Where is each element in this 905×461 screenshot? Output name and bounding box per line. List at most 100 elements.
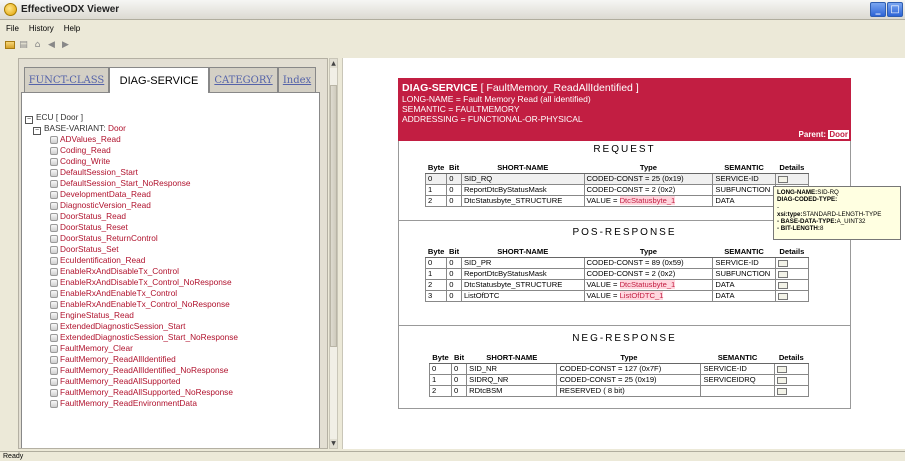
- minimize-button[interactable]: _: [870, 2, 886, 17]
- back-icon[interactable]: ◀: [46, 40, 57, 50]
- tree-service-item[interactable]: EnableRxAndEnableTx_Control: [25, 288, 238, 299]
- service-name: [ FaultMemory_ReadAllIdentified ]: [480, 82, 639, 94]
- tree-service-item[interactable]: DoorStatus_Read: [25, 211, 238, 222]
- column-header: Details: [775, 247, 809, 258]
- semantic-cell: SERVICE-ID: [700, 362, 775, 375]
- tab-diag-service[interactable]: DIAG-SERVICE: [109, 67, 209, 93]
- collapse-icon[interactable]: −: [25, 116, 33, 124]
- tree-service-item[interactable]: ADValues_Read: [25, 134, 238, 145]
- tree-service-item[interactable]: DevelopmentData_Read: [25, 189, 238, 200]
- service-type-label: DIAG-SERVICE: [402, 82, 478, 94]
- type-ref-link[interactable]: DtcStatusbyte_1: [619, 196, 676, 205]
- tree-service-item[interactable]: ExtendedDiagnosticSession_Start_NoRespon…: [25, 332, 238, 343]
- table-row: 0 0 SID_PR CODED-CONST = 89 (0x59) SERVICE-I…: [424, 256, 810, 269]
- tree-service-item[interactable]: FaultMemory_ReadAllSupported_NoResponse: [25, 387, 238, 398]
- parent-ref: Parent: Door: [799, 130, 849, 139]
- tab-index[interactable]: Index: [278, 67, 316, 92]
- byte-cell: 2: [424, 278, 448, 291]
- menu-history[interactable]: History: [29, 24, 54, 33]
- type-cell: CODED-CONST = 2 (0x2): [583, 267, 714, 280]
- type-text: CODED-CONST = 89 (0x59): [586, 258, 684, 267]
- bit-cell: 0: [446, 289, 462, 302]
- service-label: DevelopmentData_Read: [60, 189, 151, 199]
- tree-base-variant-node[interactable]: − BASE-VARIANT: Door: [25, 123, 238, 135]
- column-header: SHORT-NAME: [461, 247, 585, 258]
- semantic-cell: DATA: [712, 194, 776, 207]
- request-table: Byte Bit SHORT-NAME Type SEMANTIC Details 0 0 SI…: [424, 163, 810, 207]
- details-icon[interactable]: [777, 175, 788, 183]
- details-icon[interactable]: [777, 270, 788, 278]
- type-ref-link[interactable]: DtcStatusbyte_1: [619, 280, 676, 289]
- column-header: Bit: [451, 353, 467, 364]
- tree-service-item[interactable]: FaultMemory_Clear: [25, 343, 238, 354]
- scroll-down-arrow-icon[interactable]: ▼: [330, 439, 337, 448]
- table-row: 2 0 RDtcBSM RESERVED ( 8 bit): [429, 384, 810, 397]
- parent-label: Parent:: [798, 130, 827, 139]
- service-label: DiagnosticVersion_Read: [60, 200, 151, 210]
- table-row: 1 0 SIDRQ_NR CODED-CONST = 25 (0x19) SERVICE…: [429, 373, 810, 386]
- tree-service-item[interactable]: DoorStatus_ReturnControl: [25, 233, 238, 244]
- menu-file[interactable]: File: [6, 24, 19, 33]
- ecu-label: ECU [ Door ]: [36, 112, 84, 122]
- tree-service-item[interactable]: EngineStatus_Read: [25, 310, 238, 321]
- tree-service-item[interactable]: DoorStatus_Set: [25, 244, 238, 255]
- tree-service-item[interactable]: DoorStatus_Reset: [25, 222, 238, 233]
- tree-service-item[interactable]: Coding_Write: [25, 156, 238, 167]
- forward-icon[interactable]: ▶: [60, 40, 71, 50]
- tree-service-item[interactable]: Coding_Read: [25, 145, 238, 156]
- open-folder-icon[interactable]: [5, 40, 15, 49]
- service-label: DefaultSession_Start_NoResponse: [60, 178, 191, 188]
- tree-service-item[interactable]: EnableRxAndDisableTx_Control: [25, 266, 238, 277]
- type-text: CODED-CONST = 2 (0x2): [586, 269, 676, 278]
- print-icon[interactable]: ▤: [18, 40, 29, 50]
- type-ref-link[interactable]: ListOfDTC_1: [619, 291, 664, 300]
- short-name-cell: SID_RQ: [460, 172, 585, 185]
- details-icon[interactable]: [777, 281, 788, 289]
- service-icon: [50, 246, 58, 254]
- details-icon[interactable]: [776, 376, 787, 384]
- scroll-up-arrow-icon[interactable]: ▲: [330, 59, 337, 68]
- details-icon[interactable]: [777, 292, 788, 300]
- tree-scrollbar[interactable]: ▲ ▼: [329, 58, 338, 449]
- tree-service-item[interactable]: FaultMemory_ReadAllSupported: [25, 376, 238, 387]
- details-icon[interactable]: [777, 259, 788, 267]
- tree-service-item[interactable]: ExtendedDiagnosticSession_Start: [25, 321, 238, 332]
- tt-long-name-label: LONG-NAME:: [777, 189, 818, 196]
- column-header: SEMANTIC: [712, 163, 776, 174]
- tree-service-item[interactable]: DefaultSession_Start: [25, 167, 238, 178]
- tree-service-item[interactable]: EnableRxAndEnableTx_Control_NoResponse: [25, 299, 238, 310]
- service-label: FaultMemory_Clear: [60, 343, 133, 353]
- parent-link[interactable]: Door: [828, 130, 849, 139]
- bit-cell: 0: [446, 194, 462, 207]
- tree-service-item[interactable]: DefaultSession_Start_NoResponse: [25, 178, 238, 189]
- service-label: DoorStatus_Read: [60, 211, 126, 221]
- details-icon[interactable]: [776, 387, 787, 395]
- menu-help[interactable]: Help: [64, 24, 80, 33]
- column-header: Details: [775, 163, 809, 174]
- service-icon: [50, 367, 58, 375]
- details-cell: [774, 256, 810, 269]
- tab-funct-class[interactable]: FUNCT-CLASS: [24, 67, 109, 92]
- toolbar: ▤ ⌂ ◀ ▶: [0, 37, 905, 52]
- tree-service-item[interactable]: EnableRxAndDisableTx_Control_NoResponse: [25, 277, 238, 288]
- details-cell: [773, 373, 810, 386]
- details-cell: [773, 384, 810, 397]
- tree-service-item[interactable]: DiagnosticVersion_Read: [25, 200, 238, 211]
- column-header: Bit: [446, 247, 462, 258]
- details-icon[interactable]: [776, 365, 787, 373]
- bit-cell: 0: [450, 373, 468, 386]
- byte-cell: 2: [424, 194, 448, 207]
- details-cell: [774, 278, 810, 291]
- tab-category[interactable]: CATEGORY: [209, 67, 278, 92]
- home-icon[interactable]: ⌂: [32, 40, 43, 50]
- tree-service-item[interactable]: FaultMemory_ReadAllIdentified: [25, 354, 238, 365]
- service-icon: [50, 312, 58, 320]
- tree-service-item[interactable]: EcuIdentification_Read: [25, 255, 238, 266]
- scroll-thumb[interactable]: [330, 85, 337, 347]
- type-text: CODED-CONST = 25 (0x19): [586, 174, 684, 183]
- tree-ecu-node[interactable]: − ECU [ Door ]: [25, 112, 238, 124]
- tree-service-item[interactable]: FaultMemory_ReadAllIdentified_NoResponse: [25, 365, 238, 376]
- details-tooltip: LONG-NAME:SID-RQ DIAG-CODED-TYPE: - xsi:…: [773, 186, 901, 240]
- tree-service-item[interactable]: FaultMemory_ReadEnvironmentData: [25, 398, 238, 409]
- maximize-button[interactable]: □: [887, 2, 903, 17]
